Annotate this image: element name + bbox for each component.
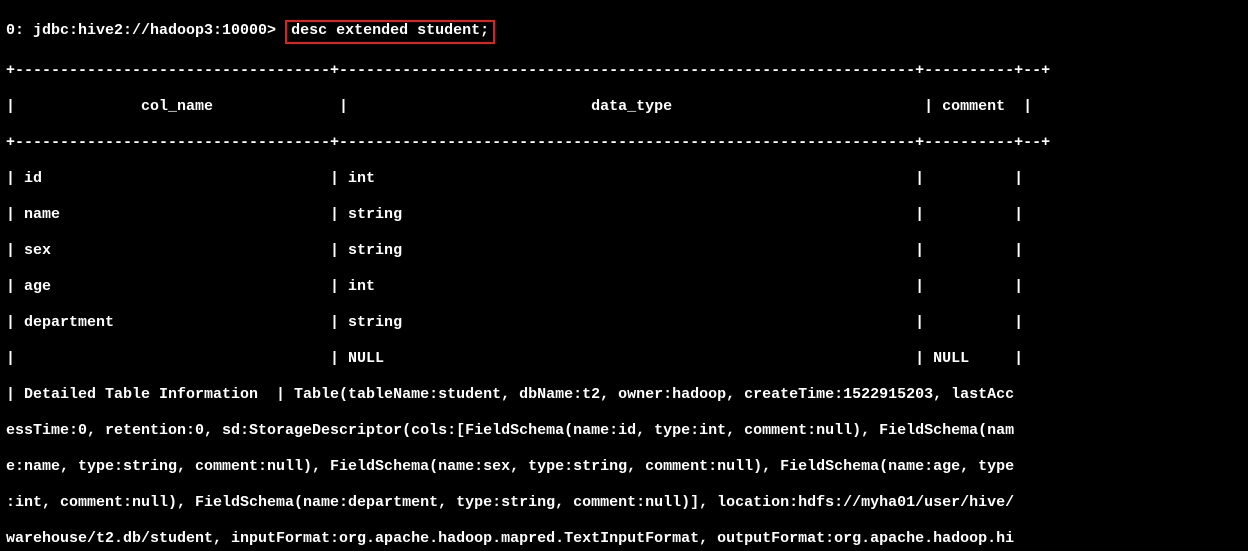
command-highlight: desc extended student; <box>285 20 495 44</box>
table-row: | department | string | | <box>6 314 1242 332</box>
table-border-top: +-----------------------------------+---… <box>6 62 1242 80</box>
table-row: | | NULL | NULL | <box>6 350 1242 368</box>
table-row: | id | int | | <box>6 170 1242 188</box>
detail-line: e:name, type:string, comment:null), Fiel… <box>6 458 1242 476</box>
table-row: | age | int | | <box>6 278 1242 296</box>
detail-line: warehouse/t2.db/student, inputFormat:org… <box>6 530 1242 548</box>
table-border-mid: +-----------------------------------+---… <box>6 134 1242 152</box>
table-row: | name | string | | <box>6 206 1242 224</box>
detail-line: :int, comment:null), FieldSchema(name:de… <box>6 494 1242 512</box>
detail-line: essTime:0, retention:0, sd:StorageDescri… <box>6 422 1242 440</box>
terminal-output: 0: jdbc:hive2://hadoop3:10000> desc exte… <box>0 0 1248 551</box>
table-row: | sex | string | | <box>6 242 1242 260</box>
detail-line: | Detailed Table Information | Table(tab… <box>6 386 1242 404</box>
prompt-line[interactable]: 0: jdbc:hive2://hadoop3:10000> desc exte… <box>6 22 1242 44</box>
prompt-prefix: 0: jdbc:hive2://hadoop3:10000> <box>6 22 276 39</box>
table-header: | col_name | data_type | comment | <box>6 98 1242 116</box>
